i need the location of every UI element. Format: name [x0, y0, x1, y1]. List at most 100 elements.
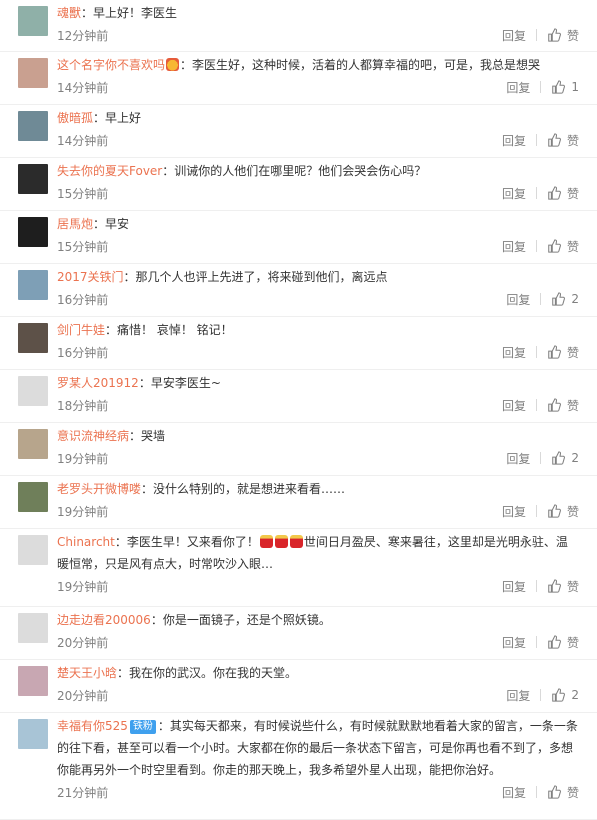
timestamp: 20分钟前 — [57, 688, 109, 703]
comment-item: 魂獸：早上好！李医生 12分钟前 回复 赞 — [0, 0, 597, 52]
username-link[interactable]: 这个名字你不喜欢吗 — [57, 58, 165, 72]
timestamp: 18分钟前 — [57, 398, 109, 413]
thumbs-up-icon — [547, 635, 561, 649]
comment-text: 2017关铁门：那几个人也评上先进了，将来碰到他们，离远点 — [57, 264, 579, 288]
thumbs-up-icon — [551, 451, 566, 465]
comment-actions: 回复 2 — [506, 687, 579, 704]
reply-button[interactable]: 回复 — [502, 27, 526, 44]
avatar[interactable] — [18, 535, 48, 565]
comment-meta: 15分钟前 回复 赞 — [57, 235, 579, 261]
avatar[interactable] — [18, 111, 48, 141]
reply-button[interactable]: 回复 — [502, 132, 526, 149]
reply-button[interactable]: 回复 — [502, 344, 526, 361]
like-button[interactable]: 赞 — [547, 185, 579, 202]
reply-button[interactable]: 回复 — [502, 503, 526, 520]
reply-button[interactable]: 回复 — [502, 397, 526, 414]
comment-text: 失去你的夏天Fover：训诫你的人他们在哪里呢？他们会哭会伤心吗？ — [57, 158, 579, 182]
reply-button[interactable]: 回复 — [506, 79, 530, 96]
like-button[interactable]: 赞 — [547, 784, 579, 801]
timestamp: 12分钟前 — [57, 28, 109, 43]
username-link[interactable]: 幸福有你525 — [57, 719, 128, 733]
username-link[interactable]: 楚天王小晗 — [57, 666, 117, 680]
like-button[interactable]: 赞 — [547, 503, 579, 520]
divider — [535, 505, 537, 517]
comment-actions: 回复 赞 — [502, 634, 579, 651]
avatar[interactable] — [18, 666, 48, 696]
like-button[interactable]: 赞 — [547, 27, 579, 44]
avatar[interactable] — [18, 270, 48, 300]
comment-list: 魂獸：早上好！李医生 12分钟前 回复赞这个名字你不喜欢吗 ：李医生好，这种时候，活着… — [0, 0, 597, 820]
like-button[interactable]: 赞 — [547, 578, 579, 595]
comment-content: ：训诫你的人他们在哪里呢？他们会哭会伤心吗？ — [162, 164, 427, 178]
thumbs-up-icon — [547, 133, 561, 147]
comment-meta: 16分钟前 回复 2 — [57, 288, 579, 314]
like-count: 赞 — [566, 186, 579, 201]
comment-text: 楚天王小晗：我在你的武汉。你在我的天堂。 — [57, 660, 579, 684]
username-link[interactable]: 意识流神经病 — [57, 429, 129, 443]
reply-button[interactable]: 回复 — [502, 784, 526, 801]
username-link[interactable]: 剑门牛娃 — [57, 323, 105, 337]
like-count: 赞 — [566, 345, 579, 360]
reply-button[interactable]: 回复 — [506, 687, 530, 704]
comment-content: ：早安 — [93, 217, 130, 231]
avatar[interactable] — [18, 58, 48, 88]
like-count: 赞 — [566, 785, 579, 800]
username-link[interactable]: 魂獸 — [57, 6, 81, 20]
comment-text: 意识流神经病：哭墙 — [57, 423, 579, 447]
like-button[interactable]: 赞 — [547, 132, 579, 149]
reply-button[interactable]: 回复 — [506, 450, 530, 467]
like-button[interactable]: 赞 — [547, 397, 579, 414]
username-link[interactable]: 居馬炮 — [57, 217, 93, 231]
comment-item: 边走边看200006：你是一面镜子，还是个照妖镜。 20分钟前 回复 赞 — [0, 607, 597, 660]
username-link[interactable]: 失去你的夏天Fover — [57, 164, 162, 178]
reply-button[interactable]: 回复 — [506, 291, 530, 308]
avatar[interactable] — [18, 429, 48, 459]
username-link[interactable]: 傲暗孤 — [57, 111, 93, 125]
like-button[interactable]: 赞 — [547, 238, 579, 255]
reply-button[interactable]: 回复 — [502, 578, 526, 595]
comment-content: ：没什么特别的，就是想进来看看…… — [141, 482, 346, 496]
avatar[interactable] — [18, 217, 48, 247]
reply-button[interactable]: 回复 — [502, 238, 526, 255]
like-button[interactable]: 1 — [551, 80, 579, 94]
comment-actions: 回复 赞 — [502, 503, 579, 520]
comment-text: 剑门牛娃：痛惜！ 哀悼！ 铭记！ — [57, 317, 579, 341]
avatar[interactable] — [18, 482, 48, 512]
comment-item: 老罗头开微博喽：没什么特别的，就是想进来看看…… 19分钟前 回复 赞 — [0, 476, 597, 529]
comment-content: ：早安李医生~ — [138, 376, 221, 390]
reply-button[interactable]: 回复 — [502, 185, 526, 202]
username-link[interactable]: 边走边看200006 — [57, 613, 151, 627]
thumbs-up-icon — [547, 186, 561, 200]
username-link[interactable]: 罗某人201912 — [57, 376, 139, 390]
divider — [535, 580, 537, 592]
divider — [535, 240, 537, 252]
avatar[interactable] — [18, 164, 48, 194]
candle-emoji-icon — [274, 535, 288, 548]
comment-actions: 回复 赞 — [502, 784, 579, 801]
username-link[interactable]: Chinarcht — [57, 535, 115, 549]
comment-meta: 12分钟前 回复 赞 — [57, 24, 579, 50]
username-link[interactable]: 2017关铁门 — [57, 270, 124, 284]
thumbs-up-icon — [547, 785, 561, 799]
reply-button[interactable]: 回复 — [502, 634, 526, 651]
timestamp: 16分钟前 — [57, 292, 109, 307]
avatar[interactable] — [18, 376, 48, 406]
comment-meta: 19分钟前 回复 2 — [57, 447, 579, 473]
avatar[interactable] — [18, 6, 48, 36]
like-button[interactable]: 2 — [551, 688, 579, 702]
comment-meta: 16分钟前 回复 赞 — [57, 341, 579, 367]
like-count: 赞 — [566, 133, 579, 148]
username-link[interactable]: 老罗头开微博喽 — [57, 482, 141, 496]
like-button[interactable]: 赞 — [547, 634, 579, 651]
like-button[interactable]: 2 — [551, 451, 579, 465]
comment-text: 魂獸：早上好！李医生 — [57, 0, 579, 24]
like-button[interactable]: 赞 — [547, 344, 579, 361]
comment-text: Chinarcht：李医生早！又来看你了！ 世间日月盈昃、寒来暑往，这里却是光明永… — [57, 529, 579, 575]
avatar[interactable] — [18, 613, 48, 643]
comment-actions: 回复 赞 — [502, 185, 579, 202]
comment-item: 罗某人201912：早安李医生~ 18分钟前 回复 赞 — [0, 370, 597, 423]
comment-item: 剑门牛娃：痛惜！ 哀悼！ 铭记！ 16分钟前 回复 赞 — [0, 317, 597, 370]
avatar[interactable] — [18, 323, 48, 353]
like-button[interactable]: 2 — [551, 292, 579, 306]
avatar[interactable] — [18, 719, 48, 749]
